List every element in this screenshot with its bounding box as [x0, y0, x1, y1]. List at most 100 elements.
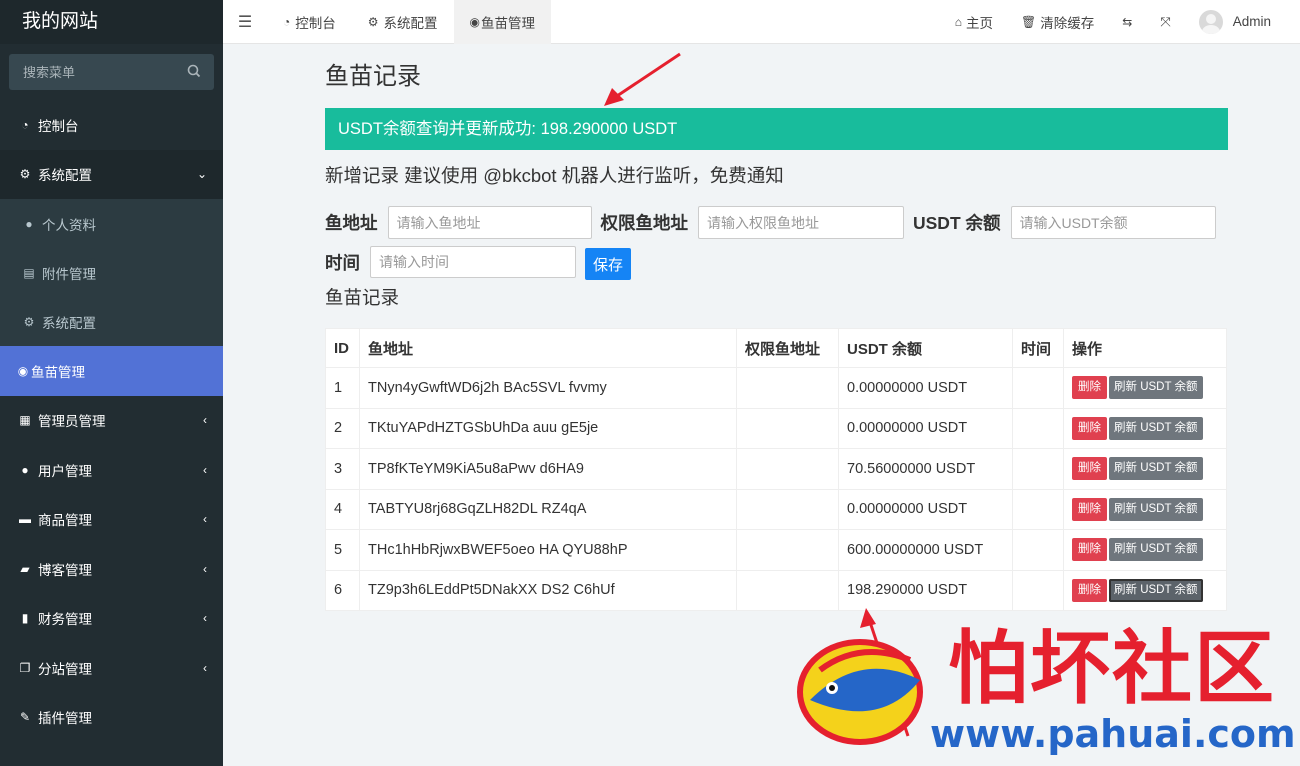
windows-icon: ▦: [19, 413, 31, 428]
eye-icon: ◉: [17, 363, 29, 378]
tab-fish-management[interactable]: ◉ 鱼苗管理: [453, 0, 551, 44]
menu-search: [9, 54, 214, 90]
sidebar-item-blog-management[interactable]: ▰ 博客管理 ‹: [0, 544, 223, 594]
menu-search-input[interactable]: [9, 54, 214, 90]
sidebar-item-label: 系统配置: [42, 315, 96, 331]
fullscreen-icon: ⤧: [1160, 13, 1171, 29]
watermark: 怕坏社区 www.pahuai.com: [790, 600, 1300, 766]
refresh-usdt-button[interactable]: 刷新 USDT 余额: [1109, 457, 1203, 481]
user-menu[interactable]: Admin: [1185, 0, 1300, 44]
delete-button[interactable]: 删除: [1072, 376, 1107, 400]
table-row: 2 TKtuYAPdHZTGSbUhDa auu gE5je 0.00000000 …: [325, 407, 1227, 449]
delete-button[interactable]: 删除: [1072, 578, 1107, 602]
cell-addr: TNyn4yGwftWD6j2h BAc5SVL fvvmy: [359, 367, 737, 409]
delete-button[interactable]: 删除: [1072, 497, 1107, 521]
sidebar: 我的网站 ◔ 控制台 ⚙ 系统配置 ⌄ ● 个人资料 ▤ 附件管理 ⚙ 系统配置: [0, 0, 223, 766]
cell-id: 6: [325, 569, 360, 611]
sidebar-item-substation-management[interactable]: ❐ 分站管理 ‹: [0, 643, 223, 693]
cell-actions: 删除 刷新 USDT 余额: [1063, 407, 1227, 449]
cell-usdt: 600.00000000 USDT: [838, 529, 1013, 571]
time-input[interactable]: [370, 246, 576, 278]
hamburger-icon: ☰: [237, 13, 253, 31]
sidebar-item-admin-management[interactable]: ▦ 管理员管理 ‹: [0, 396, 223, 446]
gear-icon: ⚙: [23, 314, 35, 329]
form-row-2: 时间 保存: [325, 244, 1228, 280]
site-logo[interactable]: 我的网站: [0, 0, 223, 44]
user-icon: ●: [21, 462, 29, 477]
fullscreen-button[interactable]: ⤧: [1146, 0, 1184, 44]
cell-usdt: 0.00000000 USDT: [838, 367, 1013, 409]
tab-label: 控制台: [295, 15, 336, 31]
sidebar-item-label: 个人资料: [42, 217, 96, 233]
table-row: 6 TZ9p3h6LEddPt5DNakXX DS2 C6hUf 198.29000…: [325, 569, 1227, 611]
sidebar-item-profile[interactable]: ● 个人资料: [0, 199, 223, 248]
fish-records-table: ID 鱼地址 权限鱼地址 USDT 余额 时间 操作 1 TNyn4yGwftWD…: [325, 328, 1227, 611]
perm-addr-input[interactable]: [698, 206, 904, 239]
tab-label: 鱼苗管理: [481, 15, 535, 31]
sidebar-item-settings[interactable]: ⚙ 系统配置: [0, 297, 223, 346]
sidebar-item-dashboard[interactable]: ◔ 控制台: [0, 100, 223, 150]
user-name: Admin: [1232, 14, 1271, 29]
cell-time: [1012, 407, 1064, 449]
cell-actions: 删除 刷新 USDT 余额: [1063, 448, 1227, 490]
addr-input[interactable]: [387, 206, 592, 239]
tab-system-config[interactable]: ⚙ 系统配置: [352, 0, 454, 44]
sidebar-item-system-config[interactable]: ⚙ 系统配置 ⌄: [0, 149, 223, 199]
cell-id: 4: [325, 488, 360, 530]
time-label: 时间: [325, 252, 360, 273]
clear-cache-label: 清除缓存: [1040, 15, 1095, 31]
table-row: 4 TABTYU8rj68GqZLH82DL RZ4qA 0.00000000 US…: [325, 488, 1227, 530]
success-alert: USDT余额查询并更新成功: 198.290000 USDT: [325, 108, 1228, 150]
refresh-usdt-button[interactable]: 刷新 USDT 余额: [1109, 578, 1203, 602]
sidebar-item-user-management[interactable]: ● 用户管理 ‹: [0, 445, 223, 495]
refresh-usdt-button[interactable]: 刷新 USDT 余额: [1109, 416, 1203, 440]
delete-button[interactable]: 删除: [1072, 416, 1107, 440]
delete-button[interactable]: 删除: [1072, 538, 1107, 562]
cogs-icon: ⚙: [19, 167, 31, 182]
home-icon: ⌂: [954, 14, 963, 29]
cell-perm-addr: [736, 448, 839, 490]
cell-addr: TABTYU8rj68GqZLH82DL RZ4qA: [359, 488, 737, 530]
hint-text: 新增记录 建议使用 @bkcbot 机器人进行监听，免费通知: [325, 165, 784, 186]
clear-cache-button[interactable]: 🗑 清除缓存: [1007, 0, 1108, 44]
wrench-icon: ✎: [19, 710, 31, 725]
sidebar-item-fish-management[interactable]: ◉ 鱼苗管理: [0, 346, 223, 396]
page-title: 鱼苗记录: [325, 63, 421, 90]
sidebar-toggle-button[interactable]: ☰: [223, 0, 267, 44]
sidebar-item-attachments[interactable]: ▤ 附件管理: [0, 248, 223, 297]
search-icon[interactable]: [186, 63, 202, 79]
sidebar-item-product-management[interactable]: ▬ 商品管理 ‹: [0, 495, 223, 545]
sidebar-item-finance-management[interactable]: ▮ 财务管理 ‹: [0, 594, 223, 644]
home-link[interactable]: ⌂ 主页: [941, 0, 1007, 44]
user-icon: ●: [25, 216, 33, 231]
cell-time: [1012, 448, 1064, 490]
col-id: ID: [325, 328, 360, 368]
cell-usdt: 0.00000000 USDT: [838, 488, 1013, 530]
cell-id: 1: [325, 367, 360, 409]
cell-addr: THc1hHbRjwxBWEF5oeo HA QYU88hP: [359, 529, 737, 571]
tab-label: 系统配置: [383, 15, 438, 31]
delete-button[interactable]: 删除: [1072, 457, 1107, 481]
refresh-usdt-button[interactable]: 刷新 USDT 余额: [1109, 376, 1203, 400]
cell-actions: 删除 刷新 USDT 余额: [1063, 569, 1227, 611]
sidebar-item-label: 控制台: [38, 118, 79, 134]
addr-label: 鱼地址: [325, 213, 378, 233]
watermark-url: www.pahuai.com: [930, 712, 1296, 756]
col-actions: 操作: [1063, 328, 1227, 368]
cell-id: 5: [325, 529, 360, 571]
sidebar-item-label: 用户管理: [38, 463, 92, 479]
cell-perm-addr: [736, 569, 839, 611]
usdt-input[interactable]: [1010, 206, 1216, 239]
clone-icon: ❐: [19, 660, 31, 675]
col-time: 时间: [1012, 328, 1064, 368]
cell-usdt: 198.290000 USDT: [838, 569, 1013, 611]
save-button[interactable]: 保存: [585, 248, 632, 280]
tab-dashboard[interactable]: ◔ 控制台: [267, 0, 352, 44]
eye-icon: ◉: [469, 14, 480, 29]
translate-button[interactable]: ⇆: [1108, 0, 1146, 44]
refresh-usdt-button[interactable]: 刷新 USDT 余额: [1109, 497, 1203, 521]
refresh-usdt-button[interactable]: 刷新 USDT 余额: [1109, 538, 1203, 562]
sidebar-item-plugin-management[interactable]: ✎ 插件管理: [0, 693, 223, 743]
sidebar-item-label: 财务管理: [38, 612, 92, 628]
trash-icon: 🗑: [1021, 14, 1037, 29]
